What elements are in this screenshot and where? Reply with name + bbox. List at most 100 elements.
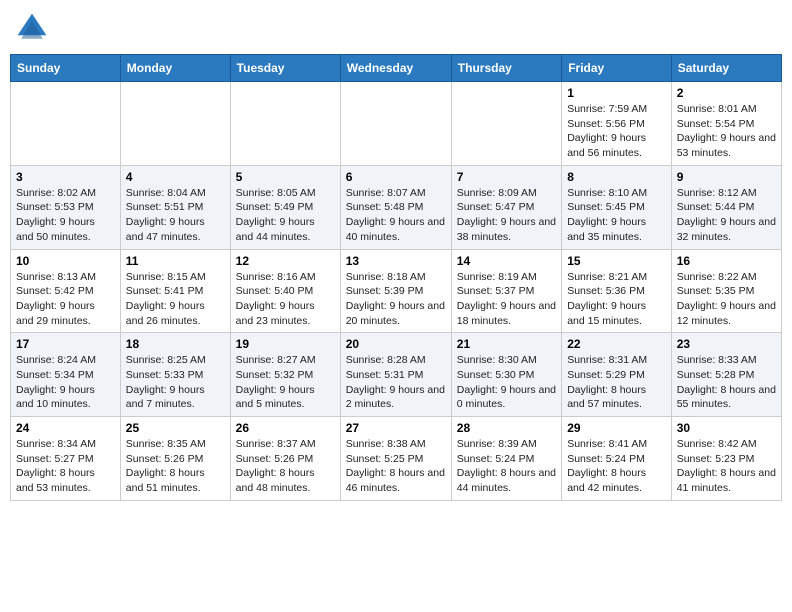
day-info: Sunrise: 8:02 AM Sunset: 5:53 PM Dayligh… xyxy=(16,186,115,245)
day-info: Sunrise: 8:38 AM Sunset: 5:25 PM Dayligh… xyxy=(346,437,446,496)
day-number: 1 xyxy=(567,86,666,100)
calendar-cell xyxy=(451,82,561,166)
weekday-header: Monday xyxy=(120,55,230,82)
calendar-table: SundayMondayTuesdayWednesdayThursdayFrid… xyxy=(10,54,782,501)
logo xyxy=(14,10,56,46)
calendar-cell: 30 Sunrise: 8:42 AM Sunset: 5:23 PM Dayli… xyxy=(671,417,781,501)
calendar-cell: 9 Sunrise: 8:12 AM Sunset: 5:44 PM Daylig… xyxy=(671,165,781,249)
calendar-cell: 13 Sunrise: 8:18 AM Sunset: 5:39 PM Dayli… xyxy=(340,249,451,333)
day-info: Sunrise: 8:04 AM Sunset: 5:51 PM Dayligh… xyxy=(126,186,225,245)
day-info: Sunrise: 8:31 AM Sunset: 5:29 PM Dayligh… xyxy=(567,353,666,412)
day-info: Sunrise: 8:18 AM Sunset: 5:39 PM Dayligh… xyxy=(346,270,446,329)
calendar-cell: 14Sunrise: 8:19 AM Sunset: 5:37 PM Dayli… xyxy=(451,249,561,333)
day-info: Sunrise: 8:19 AM Sunset: 5:37 PM Dayligh… xyxy=(457,270,556,329)
calendar-cell: 22 Sunrise: 8:31 AM Sunset: 5:29 PM Dayli… xyxy=(562,333,672,417)
day-number: 3 xyxy=(16,170,115,184)
day-info: Sunrise: 8:10 AM Sunset: 5:45 PM Dayligh… xyxy=(567,186,666,245)
day-number: 24 xyxy=(16,421,115,435)
calendar-cell: 16Sunrise: 8:22 AM Sunset: 5:35 PM Dayli… xyxy=(671,249,781,333)
day-number: 13 xyxy=(346,254,446,268)
day-info: Sunrise: 8:09 AM Sunset: 5:47 PM Dayligh… xyxy=(457,186,556,245)
logo-icon xyxy=(14,10,50,46)
weekday-header: Saturday xyxy=(671,55,781,82)
day-number: 21 xyxy=(457,337,556,351)
day-info: Sunrise: 7:59 AM Sunset: 5:56 PM Dayligh… xyxy=(567,102,666,161)
weekday-header: Tuesday xyxy=(230,55,340,82)
day-number: 2 xyxy=(677,86,776,100)
calendar-cell: 20Sunrise: 8:28 AM Sunset: 5:31 PM Dayli… xyxy=(340,333,451,417)
calendar-cell xyxy=(340,82,451,166)
calendar-cell: 21 Sunrise: 8:30 AM Sunset: 5:30 PM Dayli… xyxy=(451,333,561,417)
weekday-header: Friday xyxy=(562,55,672,82)
day-number: 10 xyxy=(16,254,115,268)
day-number: 30 xyxy=(677,421,776,435)
calendar-cell: 7 Sunrise: 8:09 AM Sunset: 5:47 PM Daylig… xyxy=(451,165,561,249)
calendar-week-row: 3 Sunrise: 8:02 AM Sunset: 5:53 PM Daylig… xyxy=(11,165,782,249)
calendar-cell: 27 Sunrise: 8:38 AM Sunset: 5:25 PM Dayli… xyxy=(340,417,451,501)
day-info: Sunrise: 8:25 AM Sunset: 5:33 PM Dayligh… xyxy=(126,353,225,412)
calendar-cell: 4 Sunrise: 8:04 AM Sunset: 5:51 PM Daylig… xyxy=(120,165,230,249)
calendar-cell: 29 Sunrise: 8:41 AM Sunset: 5:24 PM Dayli… xyxy=(562,417,672,501)
day-number: 28 xyxy=(457,421,556,435)
day-number: 17 xyxy=(16,337,115,351)
calendar-cell: 15 Sunrise: 8:21 AM Sunset: 5:36 PM Dayli… xyxy=(562,249,672,333)
day-number: 26 xyxy=(236,421,335,435)
calendar-cell: 25 Sunrise: 8:35 AM Sunset: 5:26 PM Dayli… xyxy=(120,417,230,501)
calendar-cell: 18 Sunrise: 8:25 AM Sunset: 5:33 PM Dayli… xyxy=(120,333,230,417)
day-info: Sunrise: 8:07 AM Sunset: 5:48 PM Dayligh… xyxy=(346,186,446,245)
day-number: 6 xyxy=(346,170,446,184)
day-info: Sunrise: 8:35 AM Sunset: 5:26 PM Dayligh… xyxy=(126,437,225,496)
day-info: Sunrise: 8:33 AM Sunset: 5:28 PM Dayligh… xyxy=(677,353,776,412)
calendar-cell: 28 Sunrise: 8:39 AM Sunset: 5:24 PM Dayli… xyxy=(451,417,561,501)
day-number: 25 xyxy=(126,421,225,435)
calendar-cell: 8 Sunrise: 8:10 AM Sunset: 5:45 PM Daylig… xyxy=(562,165,672,249)
day-number: 22 xyxy=(567,337,666,351)
day-info: Sunrise: 8:24 AM Sunset: 5:34 PM Dayligh… xyxy=(16,353,115,412)
calendar-cell: 6 Sunrise: 8:07 AM Sunset: 5:48 PM Daylig… xyxy=(340,165,451,249)
day-number: 27 xyxy=(346,421,446,435)
day-number: 18 xyxy=(126,337,225,351)
day-info: Sunrise: 8:41 AM Sunset: 5:24 PM Dayligh… xyxy=(567,437,666,496)
calendar-cell: 1 Sunrise: 7:59 AM Sunset: 5:56 PM Daylig… xyxy=(562,82,672,166)
day-number: 9 xyxy=(677,170,776,184)
calendar-cell: 23 Sunrise: 8:33 AM Sunset: 5:28 PM Dayli… xyxy=(671,333,781,417)
day-number: 12 xyxy=(236,254,335,268)
calendar-cell: 12 Sunrise: 8:16 AM Sunset: 5:40 PM Dayli… xyxy=(230,249,340,333)
calendar-cell: 5Sunrise: 8:05 AM Sunset: 5:49 PM Daylig… xyxy=(230,165,340,249)
day-info: Sunrise: 8:39 AM Sunset: 5:24 PM Dayligh… xyxy=(457,437,556,496)
calendar-cell: 10 Sunrise: 8:13 AM Sunset: 5:42 PM Dayli… xyxy=(11,249,121,333)
day-info: Sunrise: 8:12 AM Sunset: 5:44 PM Dayligh… xyxy=(677,186,776,245)
calendar-cell: 3 Sunrise: 8:02 AM Sunset: 5:53 PM Daylig… xyxy=(11,165,121,249)
day-number: 7 xyxy=(457,170,556,184)
weekday-header-row: SundayMondayTuesdayWednesdayThursdayFrid… xyxy=(11,55,782,82)
day-number: 20 xyxy=(346,337,446,351)
page-header xyxy=(10,10,782,46)
day-info: Sunrise: 8:05 AM Sunset: 5:49 PM Dayligh… xyxy=(236,186,335,245)
day-info: Sunrise: 8:42 AM Sunset: 5:23 PM Dayligh… xyxy=(677,437,776,496)
day-info: Sunrise: 8:21 AM Sunset: 5:36 PM Dayligh… xyxy=(567,270,666,329)
weekday-header: Wednesday xyxy=(340,55,451,82)
day-number: 23 xyxy=(677,337,776,351)
calendar-week-row: 1 Sunrise: 7:59 AM Sunset: 5:56 PM Daylig… xyxy=(11,82,782,166)
calendar-cell xyxy=(230,82,340,166)
day-number: 15 xyxy=(567,254,666,268)
day-number: 19 xyxy=(236,337,335,351)
weekday-header: Sunday xyxy=(11,55,121,82)
calendar-cell xyxy=(120,82,230,166)
calendar-cell: 17 Sunrise: 8:24 AM Sunset: 5:34 PM Dayli… xyxy=(11,333,121,417)
calendar-cell: 19 Sunrise: 8:27 AM Sunset: 5:32 PM Dayli… xyxy=(230,333,340,417)
day-info: Sunrise: 8:27 AM Sunset: 5:32 PM Dayligh… xyxy=(236,353,335,412)
day-number: 8 xyxy=(567,170,666,184)
day-info: Sunrise: 8:16 AM Sunset: 5:40 PM Dayligh… xyxy=(236,270,335,329)
day-info: Sunrise: 8:13 AM Sunset: 5:42 PM Dayligh… xyxy=(16,270,115,329)
day-number: 11 xyxy=(126,254,225,268)
day-number: 16 xyxy=(677,254,776,268)
day-number: 4 xyxy=(126,170,225,184)
day-info: Sunrise: 8:15 AM Sunset: 5:41 PM Dayligh… xyxy=(126,270,225,329)
day-info: Sunrise: 8:30 AM Sunset: 5:30 PM Dayligh… xyxy=(457,353,556,412)
day-info: Sunrise: 8:37 AM Sunset: 5:26 PM Dayligh… xyxy=(236,437,335,496)
calendar-week-row: 24Sunrise: 8:34 AM Sunset: 5:27 PM Dayli… xyxy=(11,417,782,501)
calendar-week-row: 10 Sunrise: 8:13 AM Sunset: 5:42 PM Dayli… xyxy=(11,249,782,333)
calendar-cell: 2Sunrise: 8:01 AM Sunset: 5:54 PM Daylig… xyxy=(671,82,781,166)
day-number: 29 xyxy=(567,421,666,435)
